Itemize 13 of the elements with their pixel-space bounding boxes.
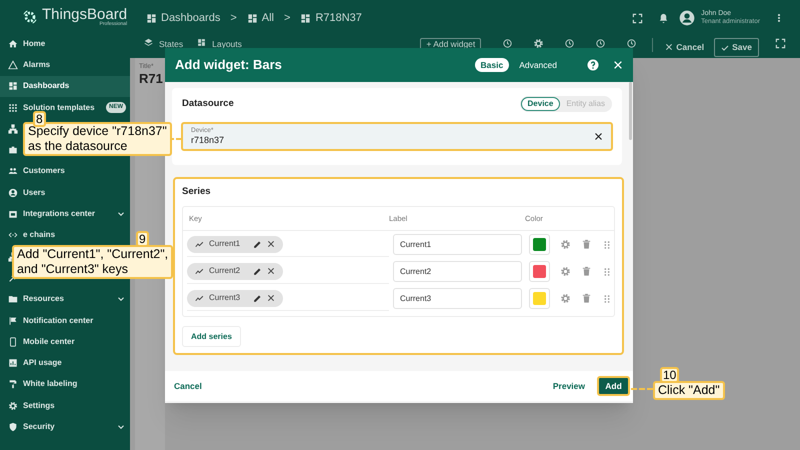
breadcrumb-separator: > <box>284 10 290 26</box>
instruction-tooltip: Specify device "r718n37" as the datasource <box>23 122 172 156</box>
section-heading: Datasource <box>182 96 234 111</box>
dialog-title: Add widget: Bars <box>175 56 282 74</box>
title-value: R71 <box>139 72 164 85</box>
step-number-tooltip: 9 <box>136 231 149 247</box>
instruction-tooltip: Click "Add" <box>653 381 725 400</box>
section-heading: Series <box>182 185 212 199</box>
app-logo-text: ThingsBoard <box>42 6 128 22</box>
breadcrumb-separator: > <box>230 10 237 26</box>
step-number-tooltip: 8 <box>33 111 46 127</box>
step-number-tooltip: 10 <box>660 367 680 383</box>
instruction-tooltip: Add "Current1", "Current2", and "Current3" keys <box>12 245 174 279</box>
